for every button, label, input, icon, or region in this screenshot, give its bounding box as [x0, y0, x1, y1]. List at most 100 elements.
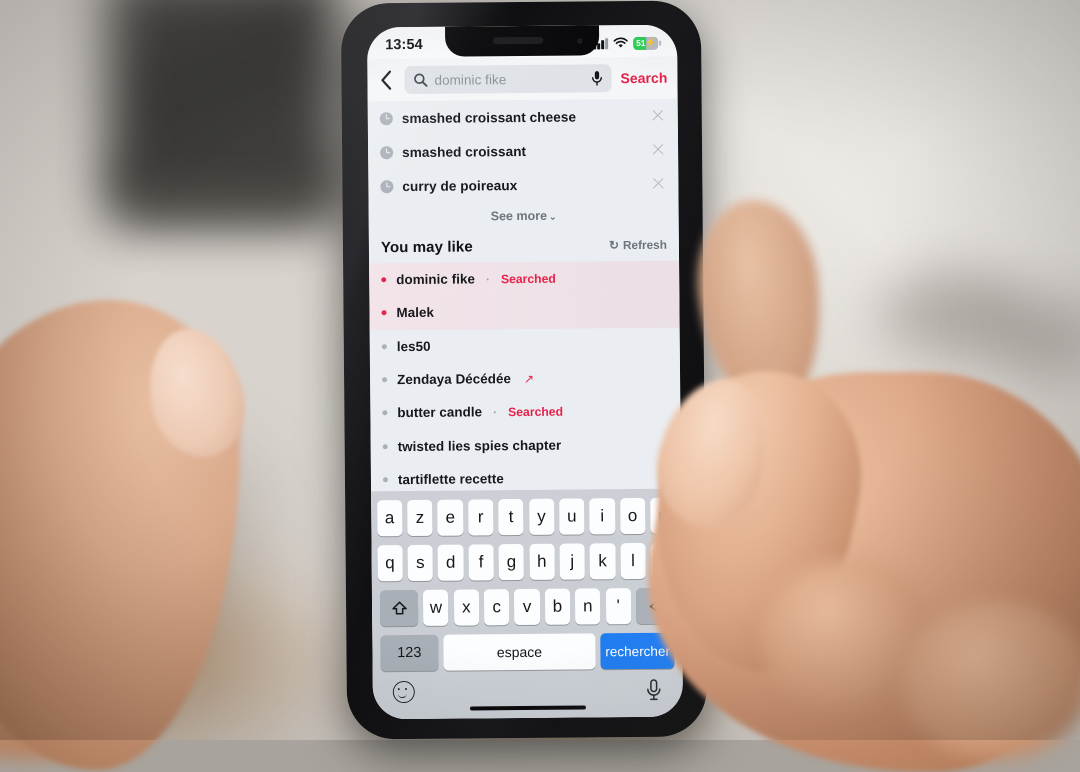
magnifier-icon: [414, 73, 428, 87]
keyboard-row-1: a z e r t y u i o p: [371, 497, 681, 537]
key-g[interactable]: g: [498, 544, 525, 581]
key-u[interactable]: u: [559, 498, 585, 535]
microphone-icon[interactable]: [591, 70, 602, 86]
emoji-smiley-icon[interactable]: [392, 680, 415, 704]
rank-dot-icon: [382, 410, 388, 416]
see-more-label: See more: [490, 208, 548, 224]
search-input[interactable]: dominic fike: [404, 64, 612, 95]
battery-cap: [659, 40, 662, 46]
close-x-icon[interactable]: [650, 142, 666, 158]
history-item[interactable]: curry de poireaux: [368, 167, 678, 204]
key-z[interactable]: z: [407, 499, 433, 537]
key-o[interactable]: o: [619, 497, 646, 535]
suggestion-label: tartiflette recette: [397, 471, 504, 488]
recent-clock-icon: [379, 111, 393, 125]
suggestions-header: You may like ↻ Refresh: [369, 229, 679, 264]
key-w[interactable]: w: [423, 589, 449, 626]
suggestion-label: les50: [396, 338, 431, 354]
refresh-label: Refresh: [622, 237, 667, 253]
refresh-icon: ↻: [608, 238, 620, 253]
suggestion-label: Malek: [396, 305, 435, 321]
history-item-label: smashed croissant: [402, 143, 527, 160]
keyboard-row-4: 123 espace rechercher: [372, 632, 682, 672]
key-v[interactable]: v: [514, 588, 540, 626]
suggestion-row[interactable]: twisted lies spies chapter: [371, 427, 681, 463]
searched-tag: Searched: [508, 404, 564, 419]
key-apostrophe[interactable]: ': [605, 588, 631, 625]
see-more-button[interactable]: See more ⌄: [369, 201, 679, 232]
keyboard-row-3: w x c v b n ': [372, 587, 682, 627]
history-item[interactable]: smashed croissant cheese: [368, 99, 678, 136]
key-h[interactable]: h: [529, 543, 555, 580]
rank-dot-icon: [382, 477, 388, 483]
key-y[interactable]: y: [528, 498, 555, 535]
close-x-icon[interactable]: [650, 176, 666, 192]
hot-dot-icon: [381, 277, 387, 283]
key-f[interactable]: f: [468, 544, 494, 581]
close-x-icon[interactable]: [650, 108, 666, 124]
status-clock: 13:54: [385, 36, 423, 54]
search-input-text: dominic fike: [434, 71, 507, 88]
suggestion-row[interactable]: butter candle · Searched: [370, 394, 680, 430]
space-key[interactable]: espace: [443, 633, 596, 671]
battery-indicator: 51 ⚡: [633, 36, 659, 50]
trending-arrow-icon: ↗: [523, 371, 535, 386]
keyboard-row-2: q s d f g h j k l m: [372, 542, 682, 582]
charging-bolt-icon: ⚡: [645, 37, 657, 48]
refresh-button[interactable]: ↻ Refresh: [609, 238, 667, 253]
suggestion-label: twisted lies spies chapter: [397, 437, 562, 454]
key-l[interactable]: l: [620, 542, 646, 580]
right-knuckle-2: [900, 600, 1080, 760]
suggestion-row[interactable]: Malek: [369, 293, 680, 330]
suggestion-separator: ·: [493, 405, 498, 420]
rank-dot-icon: [382, 443, 388, 449]
key-a[interactable]: a: [376, 500, 403, 537]
recent-clock-icon: [380, 145, 394, 159]
recent-clock-icon: [380, 179, 394, 193]
suggestion-label: dominic fike: [396, 271, 476, 288]
rank-dot-icon: [381, 343, 387, 349]
display-notch: [445, 25, 600, 57]
searched-tag: Searched: [500, 271, 556, 286]
framed-picture-lower-blur: [120, 160, 325, 220]
back-chevron-icon[interactable]: [375, 67, 397, 93]
shift-arrow-icon[interactable]: [380, 589, 419, 627]
key-k[interactable]: k: [589, 543, 616, 580]
key-s[interactable]: s: [407, 544, 434, 582]
suggestion-label: butter candle: [397, 404, 483, 421]
history-item-label: smashed croissant cheese: [401, 109, 577, 126]
key-t[interactable]: t: [498, 499, 524, 536]
search-submit-button[interactable]: Search: [618, 70, 667, 86]
suggestion-label: Zendaya Décédée: [397, 371, 512, 388]
suggestion-row[interactable]: les50: [370, 327, 680, 363]
suggestion-separator: ·: [485, 271, 490, 286]
virtual-keyboard: a z e r t y u i o p q s d f g h j k l: [371, 488, 684, 720]
key-i[interactable]: i: [589, 498, 615, 535]
hot-dot-icon: [381, 310, 387, 316]
key-n[interactable]: n: [575, 588, 601, 625]
key-e[interactable]: e: [437, 499, 464, 536]
wifi-icon: [613, 37, 628, 48]
status-indicators: 51 ⚡: [593, 36, 662, 50]
section-title: You may like: [380, 237, 473, 256]
key-q[interactable]: q: [377, 545, 403, 582]
rank-dot-icon: [382, 377, 388, 383]
key-r[interactable]: r: [467, 499, 494, 536]
earpiece-speaker: [493, 36, 544, 45]
history-item[interactable]: smashed croissant: [368, 133, 678, 170]
numbers-key[interactable]: 123: [380, 634, 439, 672]
suggestion-row[interactable]: Zendaya Décédée ↗: [370, 361, 680, 397]
suggestion-row[interactable]: dominic fike · Searched: [369, 260, 680, 297]
phone-screen: 13:54 51 ⚡ dominic fike Search smashed c…: [367, 24, 684, 720]
battery-percent-label: 51: [636, 37, 646, 49]
key-x[interactable]: x: [453, 589, 480, 626]
microphone-icon[interactable]: [645, 679, 663, 701]
search-header: dominic fike Search: [367, 56, 678, 102]
history-item-label: curry de poireaux: [402, 177, 518, 194]
key-d[interactable]: d: [437, 544, 464, 581]
key-j[interactable]: j: [559, 543, 585, 580]
key-b[interactable]: b: [544, 588, 571, 625]
front-camera: [577, 38, 583, 44]
chevron-down-icon: ⌄: [548, 211, 557, 222]
key-c[interactable]: c: [483, 589, 510, 626]
